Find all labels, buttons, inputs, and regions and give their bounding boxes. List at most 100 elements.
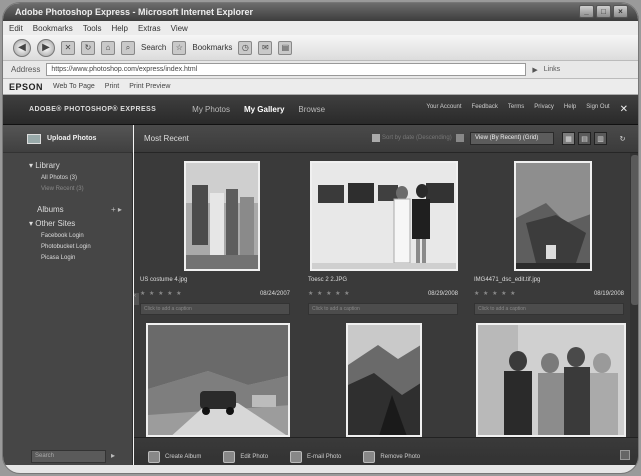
close-app-icon[interactable]: ✕ <box>620 104 628 115</box>
group-photo <box>478 325 624 435</box>
links-label[interactable]: Links <box>544 66 560 73</box>
search-go-icon[interactable]: ▸ <box>111 451 115 460</box>
photo-tile[interactable]: US costume 4.jpg 08/24/2007 ★ ★ ★ ★ ★ Cl… <box>140 161 290 315</box>
refresh-gallery-icon[interactable]: ↻ <box>616 132 629 145</box>
photo-tile[interactable]: Toesc 2 2.JPG 08/29/2008 ★ ★ ★ ★ ★ Click… <box>308 161 458 315</box>
sidebar-item-all-photos[interactable]: All Photos (3) <box>41 175 77 181</box>
home-icon[interactable]: ⌂ <box>101 40 115 55</box>
search-label[interactable]: Search <box>141 43 166 52</box>
app-header: ADOBE® PHOTOSHOP® EXPRESS My Photos My G… <box>3 95 638 125</box>
sidebar-item-photobucket[interactable]: Photobucket Login <box>41 244 91 250</box>
fullscreen-icon[interactable] <box>620 450 630 460</box>
address-input[interactable]: https://www.photoshop.com/express/index.… <box>46 63 527 76</box>
remove-photo-label: Remove Photo <box>380 453 421 460</box>
menu-extras[interactable]: Extras <box>138 24 161 33</box>
rock-photo <box>516 163 590 269</box>
add-album-icon[interactable]: + ▸ <box>111 205 122 214</box>
feedback-link[interactable]: Feedback <box>472 104 498 115</box>
epson-logo: EPSON <box>9 81 44 92</box>
help-link[interactable]: Help <box>564 104 576 115</box>
minimize-icon[interactable]: _ <box>579 5 594 18</box>
photo-tile[interactable]: IMG4471_dsc_edit.tif.jpg 08/19/2008 ★ ★ … <box>474 161 624 315</box>
photo-thumbnail[interactable] <box>514 161 592 271</box>
grid-view-icon[interactable]: ▦ <box>562 132 575 145</box>
photo-thumbnail[interactable] <box>184 161 260 271</box>
costume-photo <box>186 163 258 269</box>
privacy-link[interactable]: Privacy <box>534 104 554 115</box>
sidebar-item-picasa[interactable]: Picasa Login <box>41 255 75 261</box>
stop-icon[interactable]: ✕ <box>61 40 75 55</box>
menu-bookmarks[interactable]: Bookmarks <box>33 24 73 33</box>
rating-stars[interactable]: ★ ★ ★ ★ ★ <box>140 290 183 297</box>
caption-field[interactable]: Click to add a caption <box>140 303 290 315</box>
photo-tile[interactable] <box>340 323 490 437</box>
title-bar: Adobe Photoshop Express - Microsoft Inte… <box>3 3 638 21</box>
web-to-page-button[interactable]: Web To Page <box>53 83 95 90</box>
sort-icon[interactable] <box>372 134 380 142</box>
slideshow-icon[interactable] <box>456 134 464 142</box>
menu-view[interactable]: View <box>171 24 188 33</box>
view-dropdown[interactable]: View (By Recent) (Grid) <box>470 132 554 145</box>
caption-field[interactable]: Click to add a caption <box>308 303 458 315</box>
photo-thumbnail[interactable] <box>310 161 458 271</box>
back-icon[interactable]: ◀ <box>13 38 31 57</box>
email-photo-button[interactable]: E-mail Photo <box>290 450 341 463</box>
list-view-icon[interactable]: ▤ <box>578 132 591 145</box>
photo-tile[interactable] <box>140 323 290 437</box>
photo-thumbnail[interactable] <box>346 323 422 437</box>
links-bar: EPSON Web To Page Print Print Preview <box>3 79 638 95</box>
library-toggle[interactable]: ▾ Library <box>29 161 60 170</box>
print-icon[interactable]: ▤ <box>278 40 293 55</box>
history-icon[interactable]: ◷ <box>238 40 253 55</box>
bookmarks-label[interactable]: Bookmarks <box>192 43 232 52</box>
your-account-link[interactable]: Your Account <box>426 104 461 115</box>
remove-photo-button[interactable]: Remove Photo <box>363 450 421 463</box>
rating-stars[interactable]: ★ ★ ★ ★ ★ <box>308 290 351 297</box>
sidebar-item-facebook[interactable]: Facebook Login <box>41 233 84 239</box>
refresh-icon[interactable]: ↻ <box>81 40 95 55</box>
close-icon[interactable]: × <box>613 5 628 18</box>
create-album-button[interactable]: Create Album <box>148 450 202 463</box>
mail-icon[interactable]: ✉ <box>258 40 273 55</box>
go-icon[interactable]: ▶ <box>532 66 537 74</box>
albums-label[interactable]: Albums <box>37 205 64 214</box>
other-sites-toggle[interactable]: ▾ Other Sites <box>29 219 75 228</box>
window-title: Adobe Photoshop Express - Microsoft Inte… <box>15 7 254 17</box>
sidebar-collapse-handle[interactable]: ‹ <box>134 293 139 305</box>
nav-my-photos[interactable]: My Photos <box>192 105 230 114</box>
upload-photos-button[interactable]: Upload Photos <box>3 125 133 153</box>
forward-icon[interactable]: ▶ <box>37 38 55 57</box>
create-album-label: Create Album <box>165 453 202 460</box>
nav-my-gallery[interactable]: My Gallery <box>244 105 284 114</box>
envelope-icon <box>290 450 303 463</box>
library-label: Library <box>35 161 60 170</box>
sign-out-link[interactable]: Sign Out <box>586 104 609 115</box>
photo-tile[interactable] <box>474 323 626 437</box>
photo-filename: US costume 4.jpg <box>140 277 188 283</box>
edit-photo-button[interactable]: Edit Photo <box>223 450 268 463</box>
window-controls: _ □ × <box>579 5 628 18</box>
terms-link[interactable]: Terms <box>508 104 524 115</box>
sidebar-item-view-recent[interactable]: View Recent (3) <box>41 186 84 192</box>
photo-thumbnail[interactable] <box>146 323 290 437</box>
menu-help[interactable]: Help <box>112 24 128 33</box>
menu-tools[interactable]: Tools <box>83 24 102 33</box>
address-bar: Address https://www.photoshop.com/expres… <box>3 61 638 79</box>
caption-field[interactable]: Click to add a caption <box>474 303 624 315</box>
nav-browse[interactable]: Browse <box>298 105 325 114</box>
maximize-icon[interactable]: □ <box>596 5 611 18</box>
detail-view-icon[interactable]: ▥ <box>594 132 607 145</box>
photo-thumbnail[interactable] <box>476 323 626 437</box>
print-button[interactable]: Print <box>105 83 119 90</box>
scroll-thumb[interactable] <box>631 155 638 305</box>
bookmarks-icon[interactable]: ☆ <box>172 40 187 55</box>
search-input[interactable]: Search <box>31 450 106 463</box>
rating-stars[interactable]: ★ ★ ★ ★ ★ <box>474 290 517 297</box>
search-icon[interactable]: ⌕ <box>121 40 135 55</box>
pencil-icon <box>223 450 236 463</box>
main-panel: Most Recent Sort by date (Descending) Vi… <box>134 125 638 473</box>
browser-window: Adobe Photoshop Express - Microsoft Inte… <box>2 2 639 474</box>
scrollbar[interactable] <box>630 153 638 437</box>
print-preview-button[interactable]: Print Preview <box>129 83 170 90</box>
menu-edit[interactable]: Edit <box>9 24 23 33</box>
